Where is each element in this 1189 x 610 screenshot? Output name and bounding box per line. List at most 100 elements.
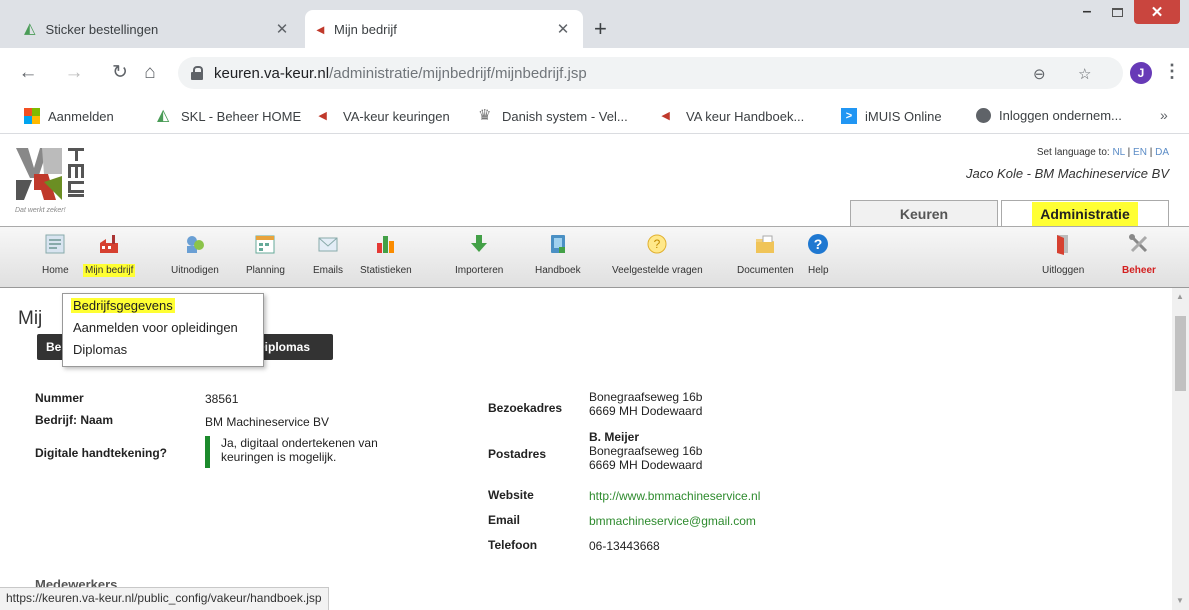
- dropdown-item-aanmelden-opleidingen[interactable]: Aanmelden voor opleidingen: [73, 320, 238, 335]
- microsoft-icon: [24, 108, 40, 124]
- digitale-handtekening-label: Digitale handtekening?: [35, 446, 168, 460]
- menu-label: Planning: [246, 265, 285, 276]
- menu-veelgestelde-vragen[interactable]: ? Veelgestelde vragen: [610, 233, 705, 277]
- medewerkers-heading: Medewerkers: [35, 577, 118, 587]
- bezoekadres-line2: 6669 MH Dodewaard: [589, 404, 703, 418]
- menu-mijn-bedrijf[interactable]: Mijn bedrijf: [83, 233, 136, 277]
- lock-icon: [190, 66, 204, 80]
- web-page: Dat werkt zeker! Set language to: NL | E…: [0, 134, 1189, 610]
- website-label: Website: [488, 488, 534, 502]
- reload-icon[interactable]: ↻: [109, 62, 131, 84]
- va-keur-icon: ◂: [662, 107, 670, 124]
- tab-administratie[interactable]: Administratie: [1001, 200, 1169, 227]
- menu-beheer[interactable]: Beheer: [1120, 233, 1158, 277]
- postadres-name: B. Meijer: [589, 430, 640, 444]
- nummer-label: Nummer: [35, 391, 84, 405]
- tab-mijn-bedrijf[interactable]: ◂ Mijn bedrijf ✕: [305, 10, 583, 48]
- email-link[interactable]: bmmachineservice@gmail.com: [589, 514, 756, 528]
- browser-status-bar: https://keuren.va-keur.nl/public_config/…: [0, 587, 329, 610]
- bookmark-label: iMUIS Online: [865, 108, 942, 124]
- va-keur-icon: ◂: [319, 107, 327, 124]
- lang-nl-link[interactable]: NL: [1112, 147, 1124, 158]
- bookmark-label: VA keur Handboek...: [686, 108, 805, 124]
- page-scrollbar[interactable]: ▲ ▼: [1172, 288, 1189, 610]
- close-icon[interactable]: ✕: [555, 20, 571, 38]
- menu-uitloggen[interactable]: Uitloggen: [1040, 233, 1086, 277]
- back-icon[interactable]: ←: [17, 62, 39, 84]
- maximize-icon: [1111, 7, 1123, 17]
- help-icon: ?: [808, 234, 829, 254]
- telefoon-value: 06-13443668: [589, 539, 660, 553]
- menu-emails[interactable]: Emails: [311, 233, 345, 277]
- bookmark-label: Aanmelden: [48, 108, 114, 124]
- bookmarks-more-button[interactable]: »: [1160, 107, 1168, 123]
- tab-label: Administratie: [1032, 202, 1138, 226]
- window-close-button[interactable]: ✕: [1134, 0, 1180, 24]
- main-menu-bar: Home Mijn bedrijf Uitnodigen Planning Em…: [0, 226, 1189, 288]
- crown-icon: ♛: [478, 107, 492, 124]
- tab-title: Sticker bestellingen: [45, 21, 159, 37]
- tab-title: Mijn bedrijf: [334, 21, 397, 37]
- bookmark-va-keur-keuringen[interactable]: ◂ VA-keur keuringen: [319, 108, 450, 124]
- invite-icon: [186, 236, 204, 253]
- skl-icon: ◭: [24, 20, 36, 37]
- scrollbar-thumb[interactable]: [1175, 316, 1186, 391]
- menu-label: Emails: [313, 265, 344, 276]
- scroll-down-icon[interactable]: ▼: [1176, 596, 1184, 605]
- bookmark-danish-system[interactable]: ♛ Danish system - Vel...: [478, 108, 628, 124]
- tools-icon: [1128, 234, 1148, 253]
- dropdown-item-bedrijfsgegevens[interactable]: Bedrijfsgegevens: [71, 298, 175, 313]
- language-prefix: Set language to:: [1036, 147, 1113, 158]
- svg-text:?: ?: [654, 237, 661, 251]
- menu-uitnodigen[interactable]: Uitnodigen: [169, 233, 221, 277]
- book-icon: [550, 235, 565, 253]
- va-keur-icon: ◂: [317, 20, 325, 37]
- menu-home[interactable]: Home: [40, 233, 71, 277]
- tab-sticker-bestellingen[interactable]: ◭ Sticker bestellingen ✕: [12, 10, 302, 48]
- star-icon[interactable]: ☆: [1078, 65, 1091, 83]
- maximize-button[interactable]: [1102, 0, 1132, 24]
- menu-planning[interactable]: Planning: [244, 233, 287, 277]
- scroll-up-icon[interactable]: ▲: [1176, 292, 1184, 301]
- menu-importeren[interactable]: Importeren: [453, 233, 505, 277]
- dropdown-item-diplomas[interactable]: Diplomas: [73, 342, 127, 357]
- content-area: Mij Be Diplomas Bedrijfsgegevens Aanmeld…: [0, 288, 1172, 610]
- bookmarks-bar: Aanmelden ◭ SKL - Beheer HOME ◂ VA-keur …: [0, 98, 1189, 134]
- menu-label: Importeren: [455, 265, 504, 276]
- close-icon[interactable]: ✕: [274, 20, 290, 38]
- home-icon[interactable]: ⌂: [139, 62, 161, 84]
- globe-icon: [976, 108, 991, 123]
- factory-icon: [100, 235, 119, 253]
- website-link[interactable]: http://www.bmmachineservice.nl: [589, 489, 760, 503]
- address-bar[interactable]: keuren.va-keur.nl/administratie/mijnbedr…: [178, 57, 1123, 89]
- menu-kebab-icon[interactable]: ⋮: [1163, 61, 1181, 82]
- menu-label: Uitnodigen: [171, 265, 219, 276]
- language-selector: Set language to: NL | EN | DA: [1036, 147, 1169, 158]
- menu-statistieken[interactable]: Statistieken: [358, 233, 414, 277]
- va-keur-logo[interactable]: [14, 144, 114, 204]
- menu-documenten[interactable]: Documenten: [735, 233, 796, 277]
- lang-en-link[interactable]: EN: [1133, 147, 1147, 158]
- menu-help[interactable]: ? Help: [806, 233, 831, 277]
- url-domain: keuren.va-keur.nl: [214, 64, 330, 82]
- new-tab-button[interactable]: +: [594, 18, 607, 40]
- bookmark-aanmelden[interactable]: Aanmelden: [24, 108, 114, 124]
- bookmark-label: Inloggen ondernem...: [999, 108, 1122, 123]
- bookmark-inloggen[interactable]: Inloggen ondernem...: [976, 108, 1122, 123]
- bookmark-skl[interactable]: ◭ SKL - Beheer HOME: [157, 108, 301, 124]
- forward-icon[interactable]: →: [63, 62, 85, 84]
- bookmark-va-keur-handboek[interactable]: ◂ VA keur Handboek...: [662, 108, 804, 124]
- tab-keuren[interactable]: Keuren: [850, 200, 998, 227]
- bar-chart-icon: [376, 236, 394, 253]
- logo-tagline: Dat werkt zeker!: [15, 207, 66, 214]
- menu-label: Veelgestelde vragen: [612, 265, 703, 276]
- imuis-icon: >: [841, 108, 857, 124]
- bookmark-imuis[interactable]: > iMUIS Online: [841, 108, 942, 124]
- url-path: /administratie/mijnbedrijf/mijnbedrijf.j…: [329, 64, 587, 82]
- mijn-bedrijf-dropdown: Bedrijfsgegevens Aanmelden voor opleidin…: [62, 293, 264, 367]
- lang-da-link[interactable]: DA: [1155, 147, 1169, 158]
- menu-handboek[interactable]: Handboek: [533, 233, 583, 277]
- zoom-icon[interactable]: ⊖: [1033, 65, 1046, 83]
- profile-avatar[interactable]: J: [1130, 62, 1152, 84]
- minimize-button[interactable]: –: [1072, 0, 1102, 24]
